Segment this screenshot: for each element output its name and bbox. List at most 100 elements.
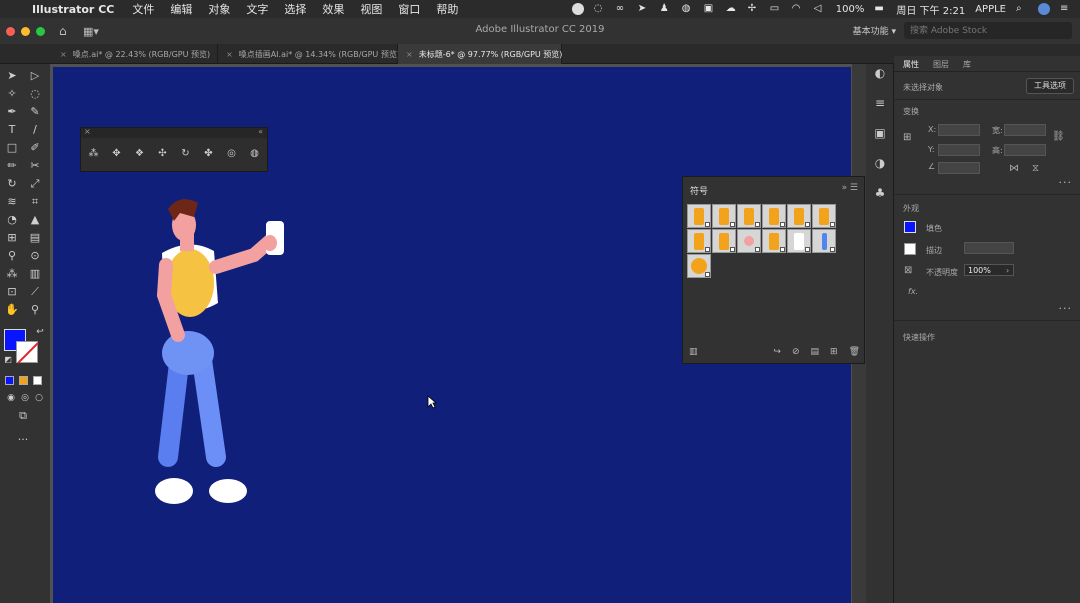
record-icon[interactable] bbox=[571, 3, 584, 15]
menu-window[interactable]: 窗口 bbox=[390, 1, 428, 17]
symbol-styler-icon[interactable]: ◍ bbox=[248, 147, 261, 160]
flip-horizontal-icon[interactable]: ⋈ bbox=[1009, 163, 1019, 174]
warp-tool-icon[interactable]: ≋ bbox=[5, 196, 19, 208]
symbol-swatch[interactable] bbox=[687, 254, 711, 278]
new-symbol-icon[interactable]: ⊞ bbox=[830, 347, 838, 357]
minimize-window-button[interactable] bbox=[21, 26, 30, 36]
pen-tool-icon[interactable]: ✒ bbox=[5, 106, 19, 118]
symbol-screener-icon[interactable]: ◎ bbox=[225, 147, 238, 160]
tab-noise-illustration[interactable]: × 嗓点插画AI.ai* @ 14.34% (RGB/GPU 预览) bbox=[218, 44, 400, 64]
align-dock-icon[interactable]: ≡ bbox=[873, 96, 887, 110]
rotate-field[interactable] bbox=[938, 162, 980, 174]
symbol-swatch[interactable] bbox=[687, 229, 711, 253]
battery-icon[interactable]: ▬ bbox=[874, 3, 886, 15]
draw-normal-icon[interactable]: ◉ bbox=[4, 392, 18, 404]
symbol-swatch[interactable] bbox=[787, 229, 811, 253]
scale-tool-icon[interactable]: ⤢ bbox=[28, 178, 42, 190]
zoom-window-button[interactable] bbox=[36, 26, 45, 36]
weibo-icon[interactable]: ◍ bbox=[682, 3, 694, 15]
symbol-swatch[interactable] bbox=[712, 229, 736, 253]
mesh-tool-icon[interactable]: ⊞ bbox=[5, 232, 19, 244]
menu-effect[interactable]: 效果 bbox=[314, 1, 352, 17]
bluetooth-icon[interactable]: ✢ bbox=[748, 3, 760, 15]
panel-header[interactable]: × « bbox=[81, 127, 267, 138]
symbol-spinner-icon[interactable]: ↻ bbox=[179, 147, 192, 160]
transparency-dock-icon[interactable]: ▣ bbox=[873, 126, 887, 140]
tab-untitled-6[interactable]: × 未标题-6* @ 97.77% (RGB/GPU 预览) bbox=[398, 44, 562, 64]
qq-icon[interactable]: ♟ bbox=[660, 3, 672, 15]
place-symbol-icon[interactable]: ↪ bbox=[773, 347, 781, 357]
artboard-tool-icon[interactable]: ⊡ bbox=[5, 286, 19, 298]
workspace-switcher[interactable]: 基本功能 ▾ bbox=[853, 24, 896, 37]
symbol-swatch[interactable] bbox=[687, 204, 711, 228]
menu-type[interactable]: 文字 bbox=[238, 1, 276, 17]
home-icon[interactable]: ⌂ bbox=[59, 25, 73, 37]
appearance-dock-icon[interactable]: ◑ bbox=[873, 156, 887, 170]
close-panel-icon[interactable]: × bbox=[84, 127, 91, 136]
perspective-grid-icon[interactable]: ▲ bbox=[28, 214, 42, 226]
stroke-color-swatch[interactable] bbox=[16, 341, 38, 363]
menu-object[interactable]: 对象 bbox=[200, 1, 238, 17]
height-field[interactable] bbox=[1004, 144, 1046, 156]
properties-dock-icon[interactable]: ◐ bbox=[873, 66, 887, 80]
line-tool-icon[interactable]: / bbox=[28, 124, 42, 136]
send-icon[interactable]: ➤ bbox=[638, 3, 650, 15]
symbol-swatch[interactable] bbox=[712, 204, 736, 228]
tool-options-button[interactable]: 工具选项 bbox=[1026, 78, 1074, 94]
shape-builder-icon[interactable]: ◔ bbox=[5, 214, 19, 226]
notification-center-icon[interactable]: ≡ bbox=[1060, 3, 1072, 15]
close-icon[interactable]: × bbox=[60, 50, 67, 59]
fill-swatch[interactable] bbox=[904, 221, 916, 233]
scissors-icon[interactable]: ✂ bbox=[28, 160, 42, 172]
slice-tool-icon[interactable]: ⟋ bbox=[28, 286, 42, 298]
menu-app-name[interactable]: Illustrator CC bbox=[28, 3, 124, 16]
tab-libraries[interactable]: 库 bbox=[963, 59, 971, 71]
symbol-swatch[interactable] bbox=[787, 204, 811, 228]
close-window-button[interactable] bbox=[6, 26, 15, 36]
curvature-tool-icon[interactable]: ✎ bbox=[28, 106, 42, 118]
default-colors-icon[interactable]: ◩ bbox=[1, 354, 15, 366]
x-field[interactable] bbox=[938, 124, 980, 136]
symbol-options-icon[interactable]: ▤ bbox=[811, 347, 820, 357]
symbol-sizer-icon[interactable]: ✣ bbox=[156, 147, 169, 160]
magic-wand-icon[interactable]: ✧ bbox=[5, 88, 19, 100]
symbol-swatch[interactable] bbox=[737, 229, 761, 253]
spotlight-search-icon[interactable]: ⌕ bbox=[1016, 3, 1028, 15]
close-icon[interactable]: × bbox=[226, 50, 233, 59]
wechat-icon[interactable]: ◌ bbox=[594, 3, 606, 15]
reference-point-icon[interactable]: ⊞ bbox=[903, 132, 911, 143]
screen-mode-icon[interactable]: ⧉ bbox=[16, 410, 30, 422]
display-icon[interactable]: ▭ bbox=[770, 3, 782, 15]
opacity-arrow-icon[interactable]: › bbox=[1006, 266, 1009, 275]
menu-select[interactable]: 选择 bbox=[276, 1, 314, 17]
collapse-panel-icon[interactable]: « bbox=[258, 127, 263, 136]
symbol-swatch[interactable] bbox=[812, 204, 836, 228]
menu-help[interactable]: 帮助 bbox=[428, 1, 466, 17]
volume-icon[interactable]: ◁ bbox=[814, 3, 826, 15]
symbol-scruncher-icon[interactable]: ❖ bbox=[133, 147, 146, 160]
symbol-libraries-icon[interactable]: ▥ bbox=[689, 347, 698, 357]
dropbox-icon[interactable]: ▣ bbox=[704, 3, 716, 15]
free-transform-icon[interactable]: ⌗ bbox=[28, 196, 42, 208]
stroke-weight-field[interactable] bbox=[964, 242, 1014, 254]
delete-symbol-icon[interactable]: 🗑 bbox=[849, 347, 860, 357]
symbol-shifter-icon[interactable]: ✥ bbox=[110, 147, 123, 160]
selection-tool-icon[interactable]: ➤ bbox=[5, 70, 19, 82]
eyedropper-icon[interactable]: ⚲ bbox=[5, 250, 19, 262]
close-icon[interactable]: × bbox=[406, 50, 413, 59]
constrain-proportions-icon[interactable]: ⛓ bbox=[1052, 131, 1065, 142]
menubar-datetime[interactable]: 周日 下午 2:21 bbox=[896, 2, 965, 17]
symbol-sprayer-icon[interactable]: ⁂ bbox=[5, 268, 19, 280]
stock-search-input[interactable] bbox=[904, 22, 1072, 39]
direct-selection-tool-icon[interactable]: ▷ bbox=[28, 70, 42, 82]
break-link-icon[interactable]: ⊘ bbox=[792, 347, 800, 357]
symbols-dock-icon[interactable]: ♣ bbox=[873, 186, 887, 200]
tab-layers[interactable]: 图层 bbox=[933, 59, 949, 71]
swap-fill-stroke-icon[interactable]: ↩ bbox=[33, 326, 47, 338]
edit-toolbar-icon[interactable]: ··· bbox=[16, 434, 30, 446]
fx-label[interactable]: fx. bbox=[908, 287, 918, 296]
globe-icon[interactable] bbox=[1038, 3, 1050, 15]
arrange-documents-icon[interactable]: ▦▾ bbox=[83, 25, 99, 38]
width-field[interactable] bbox=[1004, 124, 1046, 136]
column-graph-icon[interactable]: ▥ bbox=[28, 268, 42, 280]
